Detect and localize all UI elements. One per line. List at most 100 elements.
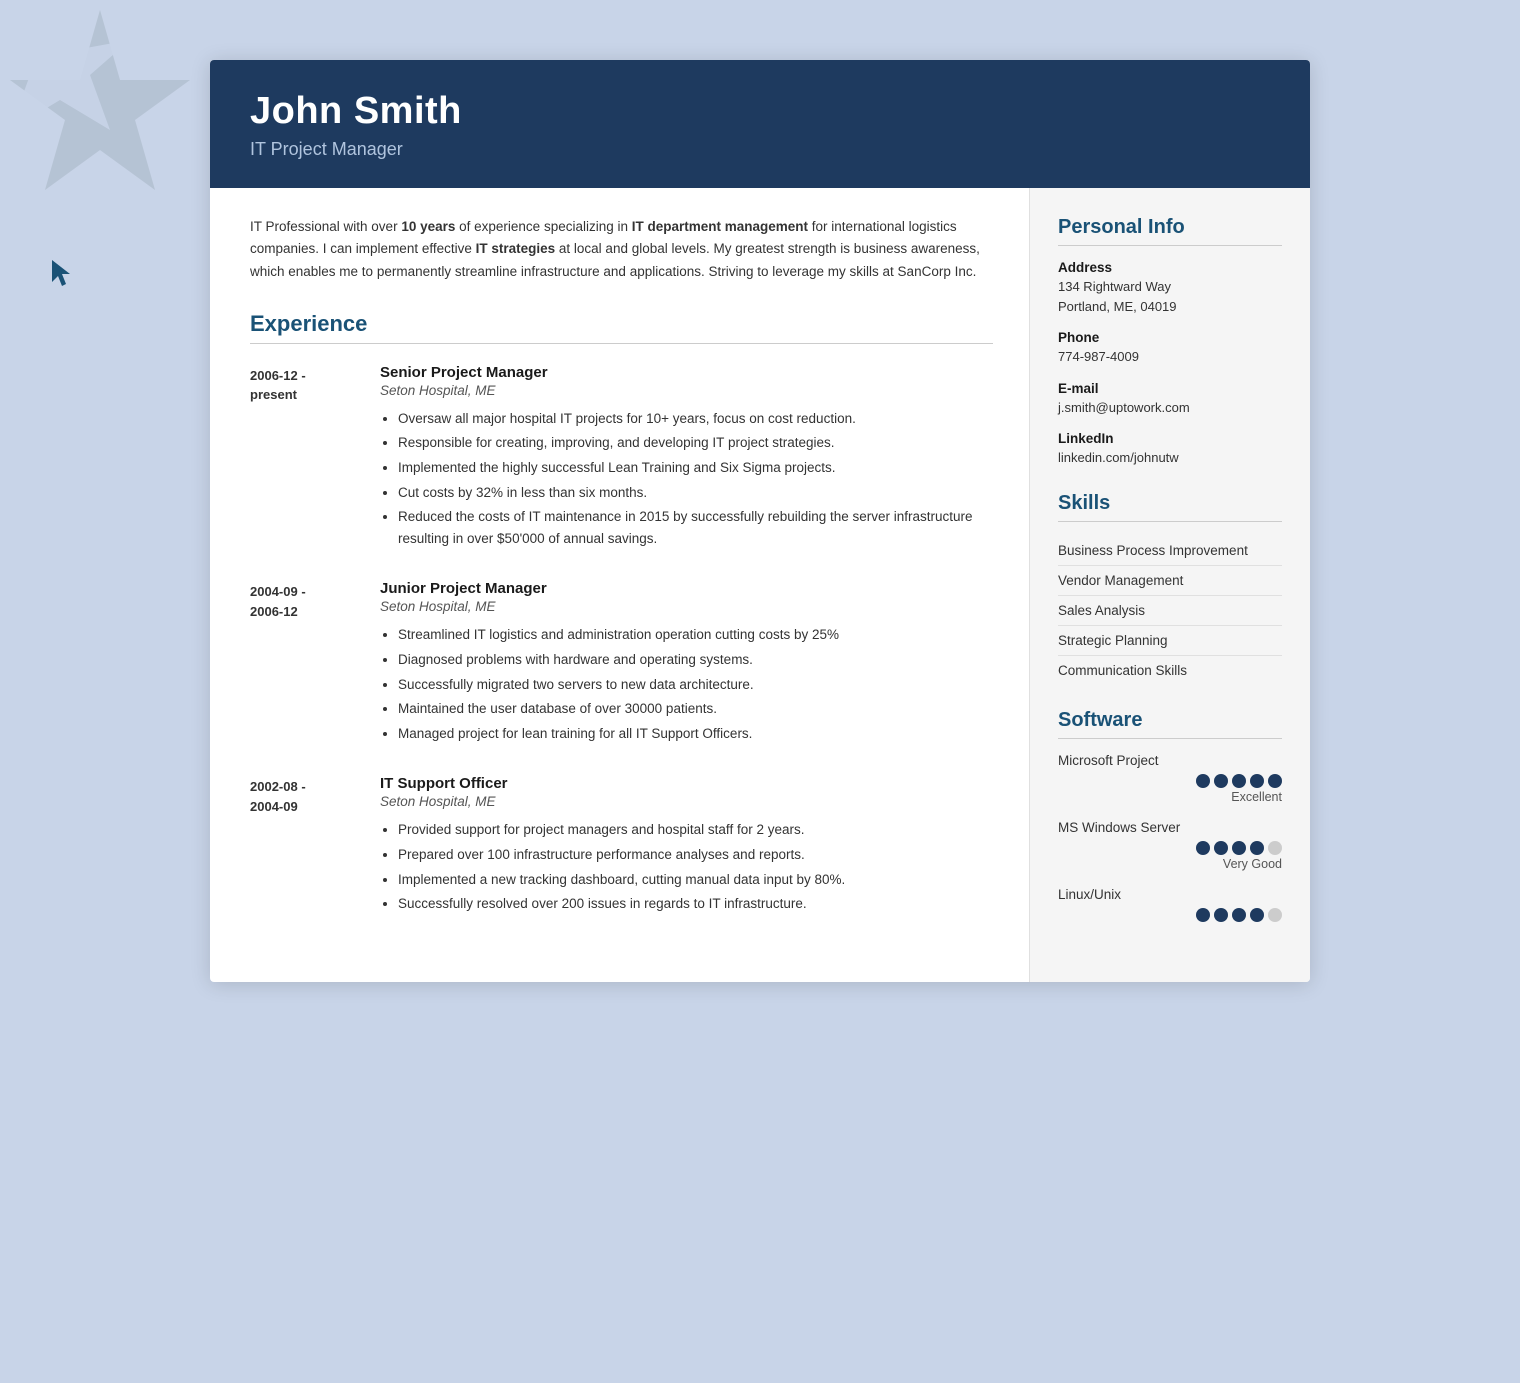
dot: [1214, 908, 1228, 922]
resume-body: IT Professional with over 10 years of ex…: [210, 188, 1310, 982]
experience-entry-2: 2004-09 - 2006-12 Junior Project Manager…: [250, 580, 993, 747]
exp-company-3: Seton Hospital, ME: [380, 794, 993, 809]
dot: [1232, 774, 1246, 788]
experience-section-title: Experience: [250, 311, 993, 344]
software-item-2: MS Windows Server Very Good: [1058, 820, 1282, 871]
phone-value: 774-987-4009: [1058, 347, 1282, 367]
skill-item-4: Strategic Planning: [1058, 626, 1282, 656]
dot: [1214, 841, 1228, 855]
exp-bullets-3: Provided support for project managers an…: [380, 819, 993, 914]
experience-section: Experience 2006-12 - present Senior Proj…: [250, 311, 993, 918]
software-section: Software Microsoft Project Excellent MS …: [1058, 709, 1282, 922]
personal-info-section: Personal Info Address 134 Rightward WayP…: [1058, 216, 1282, 468]
exp-title-3: IT Support Officer: [380, 775, 993, 792]
software-dots-1: [1058, 774, 1282, 788]
software-rating-1: Excellent: [1058, 790, 1282, 804]
software-name-1: Microsoft Project: [1058, 753, 1282, 768]
star-decoration: [0, 0, 200, 200]
dot: [1232, 908, 1246, 922]
email-value: j.smith@uptowork.com: [1058, 398, 1282, 418]
experience-entry-3: 2002-08 - 2004-09 IT Support Officer Set…: [250, 775, 993, 917]
bullet-item: Reduced the costs of IT maintenance in 2…: [398, 506, 993, 549]
bullet-item: Cut costs by 32% in less than six months…: [398, 482, 993, 504]
dot: [1214, 774, 1228, 788]
skill-item-5: Communication Skills: [1058, 656, 1282, 685]
resume-header: John Smith IT Project Manager: [210, 60, 1310, 188]
exp-title-1: Senior Project Manager: [380, 364, 993, 381]
exp-dates-2: 2004-09 - 2006-12: [250, 580, 380, 747]
software-title: Software: [1058, 709, 1282, 739]
summary-paragraph: IT Professional with over 10 years of ex…: [250, 216, 993, 283]
skills-list: Business Process Improvement Vendor Mana…: [1058, 536, 1282, 685]
address-value: 134 Rightward WayPortland, ME, 04019: [1058, 277, 1282, 316]
sidebar: Personal Info Address 134 Rightward WayP…: [1030, 188, 1310, 982]
dot: [1268, 774, 1282, 788]
bullet-item: Successfully resolved over 200 issues in…: [398, 893, 993, 915]
bullet-item: Implemented a new tracking dashboard, cu…: [398, 869, 993, 891]
personal-info-title: Personal Info: [1058, 216, 1282, 246]
exp-date-end-2: 2006-12: [250, 604, 298, 619]
address-block: Address 134 Rightward WayPortland, ME, 0…: [1058, 260, 1282, 316]
exp-dates-1: 2006-12 - present: [250, 364, 380, 553]
main-content: IT Professional with over 10 years of ex…: [210, 188, 1030, 982]
skill-item-2: Vendor Management: [1058, 566, 1282, 596]
dot-empty: [1268, 908, 1282, 922]
phone-label: Phone: [1058, 330, 1282, 345]
bullet-item: Diagnosed problems with hardware and ope…: [398, 649, 993, 671]
bullet-item: Maintained the user database of over 300…: [398, 698, 993, 720]
linkedin-label: LinkedIn: [1058, 431, 1282, 446]
address-label: Address: [1058, 260, 1282, 275]
email-label: E-mail: [1058, 381, 1282, 396]
dot-empty: [1268, 841, 1282, 855]
exp-details-2: Junior Project Manager Seton Hospital, M…: [380, 580, 993, 747]
bullet-item: Prepared over 100 infrastructure perform…: [398, 844, 993, 866]
dot: [1250, 841, 1264, 855]
candidate-name: John Smith: [250, 90, 1270, 133]
phone-block: Phone 774-987-4009: [1058, 330, 1282, 367]
bullet-item: Successfully migrated two servers to new…: [398, 674, 993, 696]
software-dots-3: [1058, 908, 1282, 922]
software-name-2: MS Windows Server: [1058, 820, 1282, 835]
exp-company-1: Seton Hospital, ME: [380, 383, 993, 398]
resume-container: John Smith IT Project Manager IT Profess…: [210, 60, 1310, 982]
software-item-1: Microsoft Project Excellent: [1058, 753, 1282, 804]
bullet-item: Implemented the highly successful Lean T…: [398, 457, 993, 479]
exp-title-2: Junior Project Manager: [380, 580, 993, 597]
dot: [1250, 908, 1264, 922]
dot: [1196, 774, 1210, 788]
bullet-item: Oversaw all major hospital IT projects f…: [398, 408, 993, 430]
exp-date-start-1: 2006-12 -: [250, 368, 306, 383]
exp-date-start-2: 2004-09 -: [250, 584, 306, 599]
dot: [1196, 841, 1210, 855]
linkedin-value: linkedin.com/johnutw: [1058, 448, 1282, 468]
experience-entry-1: 2006-12 - present Senior Project Manager…: [250, 364, 993, 553]
exp-date-end-3: 2004-09: [250, 799, 298, 814]
cursor-decoration: [52, 260, 76, 288]
exp-dates-3: 2002-08 - 2004-09: [250, 775, 380, 917]
bullet-item: Responsible for creating, improving, and…: [398, 432, 993, 454]
dot: [1250, 774, 1264, 788]
skill-item-3: Sales Analysis: [1058, 596, 1282, 626]
skills-title: Skills: [1058, 492, 1282, 522]
linkedin-block: LinkedIn linkedin.com/johnutw: [1058, 431, 1282, 468]
software-dots-2: [1058, 841, 1282, 855]
bullet-item: Streamlined IT logistics and administrat…: [398, 624, 993, 646]
bullet-item: Provided support for project managers an…: [398, 819, 993, 841]
exp-bullets-1: Oversaw all major hospital IT projects f…: [380, 408, 993, 550]
dot: [1196, 908, 1210, 922]
exp-date-start-3: 2002-08 -: [250, 779, 306, 794]
bullet-item: Managed project for lean training for al…: [398, 723, 993, 745]
skill-item-1: Business Process Improvement: [1058, 536, 1282, 566]
software-name-3: Linux/Unix: [1058, 887, 1282, 902]
exp-date-end-1: present: [250, 387, 297, 402]
software-rating-2: Very Good: [1058, 857, 1282, 871]
exp-details-3: IT Support Officer Seton Hospital, ME Pr…: [380, 775, 993, 917]
email-block: E-mail j.smith@uptowork.com: [1058, 381, 1282, 418]
software-item-3: Linux/Unix: [1058, 887, 1282, 922]
candidate-title: IT Project Manager: [250, 139, 1270, 160]
exp-company-2: Seton Hospital, ME: [380, 599, 993, 614]
exp-details-1: Senior Project Manager Seton Hospital, M…: [380, 364, 993, 553]
skills-section: Skills Business Process Improvement Vend…: [1058, 492, 1282, 685]
dot: [1232, 841, 1246, 855]
exp-bullets-2: Streamlined IT logistics and administrat…: [380, 624, 993, 744]
